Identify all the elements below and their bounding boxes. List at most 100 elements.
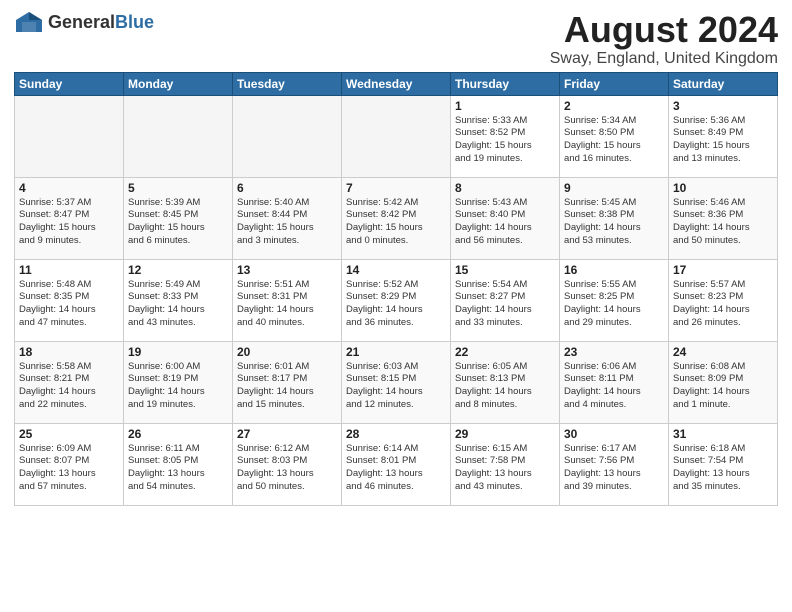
page: GeneralBlue August 2024 Sway, England, U… bbox=[0, 0, 792, 514]
day-number: 18 bbox=[19, 345, 119, 359]
calendar-cell: 25 Sunrise: 6:09 AM Sunset: 8:07 PM Dayli… bbox=[15, 423, 124, 505]
day-info: Sunrise: 5:45 AM Sunset: 8:38 PM Dayligh… bbox=[564, 197, 664, 248]
calendar-cell: 31 Sunrise: 6:18 AM Sunset: 7:54 PM Dayli… bbox=[669, 423, 778, 505]
calendar-cell: 24 Sunrise: 6:08 AM Sunset: 8:09 PM Dayli… bbox=[669, 341, 778, 423]
day-of-week-friday: Friday bbox=[560, 72, 669, 95]
month-title: August 2024 bbox=[550, 10, 778, 50]
day-number: 2 bbox=[564, 99, 664, 113]
day-number: 14 bbox=[346, 263, 446, 277]
day-info: Sunrise: 5:49 AM Sunset: 8:33 PM Dayligh… bbox=[128, 279, 228, 330]
day-number: 17 bbox=[673, 263, 773, 277]
calendar-cell: 2Sunrise: 5:34 AM Sunset: 8:50 PM Daylig… bbox=[560, 95, 669, 177]
day-of-week-wednesday: Wednesday bbox=[342, 72, 451, 95]
calendar-cell: 29 Sunrise: 6:15 AM Sunset: 7:58 PM Dayli… bbox=[451, 423, 560, 505]
calendar-cell bbox=[124, 95, 233, 177]
calendar-cell: 16 Sunrise: 5:55 AM Sunset: 8:25 PM Dayli… bbox=[560, 259, 669, 341]
day-number: 11 bbox=[19, 263, 119, 277]
day-header-row: SundayMondayTuesdayWednesdayThursdayFrid… bbox=[15, 72, 778, 95]
calendar-cell: 28Sunrise: 6:14 AM Sunset: 8:01 PM Dayli… bbox=[342, 423, 451, 505]
day-info: Sunrise: 5:39 AM Sunset: 8:45 PM Dayligh… bbox=[128, 197, 228, 248]
day-number: 13 bbox=[237, 263, 337, 277]
calendar-cell: 4 Sunrise: 5:37 AM Sunset: 8:47 PM Daylig… bbox=[15, 177, 124, 259]
calendar-cell: 19 Sunrise: 6:00 AM Sunset: 8:19 PM Dayli… bbox=[124, 341, 233, 423]
day-info: Sunrise: 5:36 AM Sunset: 8:49 PM Dayligh… bbox=[673, 115, 773, 166]
day-number: 31 bbox=[673, 427, 773, 441]
day-info: Sunrise: 6:01 AM Sunset: 8:17 PM Dayligh… bbox=[237, 361, 337, 412]
day-number: 20 bbox=[237, 345, 337, 359]
day-number: 24 bbox=[673, 345, 773, 359]
day-info: Sunrise: 5:51 AM Sunset: 8:31 PM Dayligh… bbox=[237, 279, 337, 330]
day-info: Sunrise: 5:55 AM Sunset: 8:25 PM Dayligh… bbox=[564, 279, 664, 330]
calendar-cell bbox=[15, 95, 124, 177]
header: GeneralBlue August 2024 Sway, England, U… bbox=[14, 10, 778, 68]
day-number: 5 bbox=[128, 181, 228, 195]
day-number: 10 bbox=[673, 181, 773, 195]
day-number: 19 bbox=[128, 345, 228, 359]
calendar-cell: 20 Sunrise: 6:01 AM Sunset: 8:17 PM Dayli… bbox=[233, 341, 342, 423]
week-row-0: 1 Sunrise: 5:33 AM Sunset: 8:52 PM Daylig… bbox=[15, 95, 778, 177]
day-info: Sunrise: 6:15 AM Sunset: 7:58 PM Dayligh… bbox=[455, 443, 555, 494]
day-number: 9 bbox=[564, 181, 664, 195]
calendar: SundayMondayTuesdayWednesdayThursdayFrid… bbox=[14, 72, 778, 506]
day-number: 6 bbox=[237, 181, 337, 195]
day-info: Sunrise: 6:05 AM Sunset: 8:13 PM Dayligh… bbox=[455, 361, 555, 412]
day-number: 21 bbox=[346, 345, 446, 359]
day-number: 16 bbox=[564, 263, 664, 277]
day-info: Sunrise: 5:54 AM Sunset: 8:27 PM Dayligh… bbox=[455, 279, 555, 330]
day-number: 3 bbox=[673, 99, 773, 113]
day-number: 15 bbox=[455, 263, 555, 277]
day-number: 29 bbox=[455, 427, 555, 441]
calendar-cell: 1 Sunrise: 5:33 AM Sunset: 8:52 PM Daylig… bbox=[451, 95, 560, 177]
logo: GeneralBlue bbox=[14, 10, 154, 34]
calendar-cell bbox=[342, 95, 451, 177]
day-info: Sunrise: 6:12 AM Sunset: 8:03 PM Dayligh… bbox=[237, 443, 337, 494]
calendar-cell: 6 Sunrise: 5:40 AM Sunset: 8:44 PM Daylig… bbox=[233, 177, 342, 259]
calendar-cell: 11 Sunrise: 5:48 AM Sunset: 8:35 PM Dayli… bbox=[15, 259, 124, 341]
day-info: Sunrise: 5:52 AM Sunset: 8:29 PM Dayligh… bbox=[346, 279, 446, 330]
day-number: 12 bbox=[128, 263, 228, 277]
day-info: Sunrise: 6:18 AM Sunset: 7:54 PM Dayligh… bbox=[673, 443, 773, 494]
day-info: Sunrise: 6:09 AM Sunset: 8:07 PM Dayligh… bbox=[19, 443, 119, 494]
day-number: 4 bbox=[19, 181, 119, 195]
day-info: Sunrise: 5:33 AM Sunset: 8:52 PM Dayligh… bbox=[455, 115, 555, 166]
calendar-cell: 21Sunrise: 6:03 AM Sunset: 8:15 PM Dayli… bbox=[342, 341, 451, 423]
day-number: 30 bbox=[564, 427, 664, 441]
day-number: 1 bbox=[455, 99, 555, 113]
day-of-week-monday: Monday bbox=[124, 72, 233, 95]
day-of-week-thursday: Thursday bbox=[451, 72, 560, 95]
day-number: 23 bbox=[564, 345, 664, 359]
calendar-cell: 8Sunrise: 5:43 AM Sunset: 8:40 PM Daylig… bbox=[451, 177, 560, 259]
day-info: Sunrise: 5:46 AM Sunset: 8:36 PM Dayligh… bbox=[673, 197, 773, 248]
calendar-cell: 22Sunrise: 6:05 AM Sunset: 8:13 PM Dayli… bbox=[451, 341, 560, 423]
day-info: Sunrise: 5:37 AM Sunset: 8:47 PM Dayligh… bbox=[19, 197, 119, 248]
week-row-1: 4 Sunrise: 5:37 AM Sunset: 8:47 PM Daylig… bbox=[15, 177, 778, 259]
calendar-cell: 18Sunrise: 5:58 AM Sunset: 8:21 PM Dayli… bbox=[15, 341, 124, 423]
calendar-cell: 15 Sunrise: 5:54 AM Sunset: 8:27 PM Dayli… bbox=[451, 259, 560, 341]
calendar-cell: 26Sunrise: 6:11 AM Sunset: 8:05 PM Dayli… bbox=[124, 423, 233, 505]
day-number: 27 bbox=[237, 427, 337, 441]
day-number: 25 bbox=[19, 427, 119, 441]
day-info: Sunrise: 5:42 AM Sunset: 8:42 PM Dayligh… bbox=[346, 197, 446, 248]
day-info: Sunrise: 6:00 AM Sunset: 8:19 PM Dayligh… bbox=[128, 361, 228, 412]
calendar-cell: 13 Sunrise: 5:51 AM Sunset: 8:31 PM Dayli… bbox=[233, 259, 342, 341]
day-info: Sunrise: 5:48 AM Sunset: 8:35 PM Dayligh… bbox=[19, 279, 119, 330]
day-info: Sunrise: 6:11 AM Sunset: 8:05 PM Dayligh… bbox=[128, 443, 228, 494]
day-of-week-saturday: Saturday bbox=[669, 72, 778, 95]
calendar-cell: 14 Sunrise: 5:52 AM Sunset: 8:29 PM Dayli… bbox=[342, 259, 451, 341]
calendar-cell: 27 Sunrise: 6:12 AM Sunset: 8:03 PM Dayli… bbox=[233, 423, 342, 505]
day-of-week-tuesday: Tuesday bbox=[233, 72, 342, 95]
day-info: Sunrise: 6:08 AM Sunset: 8:09 PM Dayligh… bbox=[673, 361, 773, 412]
day-number: 28 bbox=[346, 427, 446, 441]
calendar-cell bbox=[233, 95, 342, 177]
calendar-cell: 3 Sunrise: 5:36 AM Sunset: 8:49 PM Daylig… bbox=[669, 95, 778, 177]
calendar-cell: 12 Sunrise: 5:49 AM Sunset: 8:33 PM Dayli… bbox=[124, 259, 233, 341]
logo-general: General bbox=[48, 12, 115, 32]
calendar-cell: 10 Sunrise: 5:46 AM Sunset: 8:36 PM Dayli… bbox=[669, 177, 778, 259]
day-info: Sunrise: 6:06 AM Sunset: 8:11 PM Dayligh… bbox=[564, 361, 664, 412]
day-info: Sunrise: 5:40 AM Sunset: 8:44 PM Dayligh… bbox=[237, 197, 337, 248]
logo-text: GeneralBlue bbox=[48, 12, 154, 33]
day-info: Sunrise: 5:57 AM Sunset: 8:23 PM Dayligh… bbox=[673, 279, 773, 330]
day-number: 7 bbox=[346, 181, 446, 195]
calendar-cell: 5 Sunrise: 5:39 AM Sunset: 8:45 PM Daylig… bbox=[124, 177, 233, 259]
calendar-cell: 9 Sunrise: 5:45 AM Sunset: 8:38 PM Daylig… bbox=[560, 177, 669, 259]
